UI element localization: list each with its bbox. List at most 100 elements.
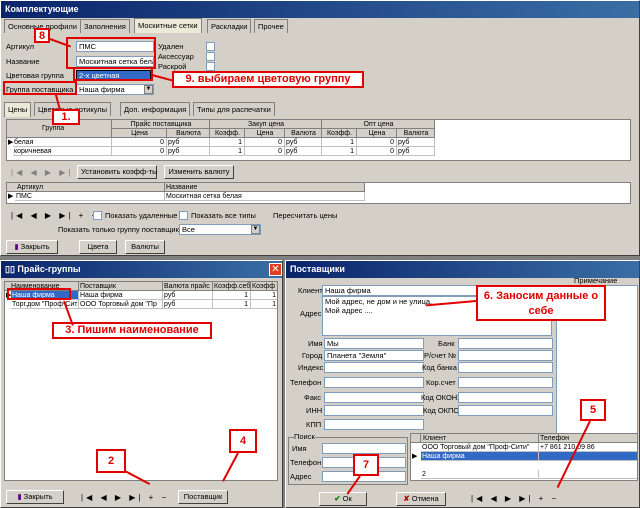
table-cell[interactable]: руб [397,138,435,147]
account-input[interactable] [458,350,553,361]
table-cell[interactable]: 1 [210,147,245,156]
col-header: Поставщик [79,282,163,291]
show-deleted-checkbox[interactable] [93,211,102,220]
supplier-button[interactable]: Поставщик [178,490,228,504]
currencies-button[interactable]: Валюты [125,240,165,254]
table-cell[interactable]: +7 861 210 09 86 [539,443,637,452]
address-label: Адрес [300,309,322,318]
subtab-print-types[interactable]: Типы для распечатки [193,102,275,116]
kpp-input[interactable] [324,419,424,430]
table-cell[interactable] [539,452,637,461]
close-button[interactable]: ▮ Закрыть [6,240,58,254]
table-cell[interactable]: Торг.дом "Проф-Сити" [11,300,79,309]
price-table: Группа Прайс поставщика Закуп цена Опт ц… [6,119,631,161]
table-cell[interactable]: 1 [322,138,357,147]
okpo-input[interactable] [458,405,553,416]
change-currency-button[interactable]: Изменить валюту [164,165,234,179]
annotation-6: 6. Заносим данные о себе [476,285,606,321]
col-header: Название [165,183,365,192]
row-indicator-icon: ▶ [8,193,13,200]
search-name-input[interactable] [322,443,406,454]
table-cell[interactable]: белая [13,138,112,147]
corr-account-input[interactable] [458,377,553,388]
table-cell[interactable]: 1 [322,147,357,156]
price-groups-nav-buttons[interactable]: |◀ ◀ ▶ ▶| + − [81,493,169,502]
tab-other[interactable]: Прочее [254,19,288,33]
bank-input[interactable] [458,338,553,349]
table-cell[interactable]: 1 [213,300,251,309]
table-cell[interactable]: 0 [357,138,397,147]
supplier-group-select[interactable]: Наша фирма [76,84,154,95]
subtab-prices[interactable]: Цены [4,102,32,117]
suppliers-nav-buttons[interactable]: |◀ ◀ ▶ ▶| + − [471,494,559,503]
table-cell[interactable] [539,470,637,479]
client-input[interactable]: Наша фирма [322,285,482,296]
okonh-input[interactable] [458,392,553,403]
chevron-down-icon[interactable]: ▼ [251,225,260,234]
fax-input[interactable] [324,392,424,403]
table-cell[interactable]: руб [285,138,322,147]
door-icon: ▮ [14,242,19,251]
ok-button[interactable]: ✔ Ок [319,492,367,506]
price-groups-title: ▯▯ Прайс-группы [1,261,282,278]
table-cell[interactable]: 0 [112,138,167,147]
bank-code-input[interactable] [458,362,553,373]
list-nav-buttons[interactable]: |◀ ◀ ▶ ▶| + − [11,211,99,220]
table-cell[interactable]: 0 [357,147,397,156]
table-cell[interactable]: Наша фирма [421,452,539,461]
deleted-checkbox[interactable] [206,42,215,51]
accessory-label: Аксессуар [158,52,194,61]
table-cell[interactable]: Москитная сетка белая [165,192,365,201]
table-cell[interactable]: 1 [251,300,277,309]
highlight-color-group [73,67,153,81]
table-cell[interactable]: 0 [245,147,285,156]
table-cell[interactable]: 1 [210,138,245,147]
table-cell[interactable]: руб [285,147,322,156]
set-coef-button[interactable]: Установить коэфф-ты [77,165,157,179]
table-cell[interactable]: руб [167,147,210,156]
show-all-types-checkbox[interactable] [179,211,188,220]
table-cell[interactable]: 2 [421,470,539,479]
door-icon: ▮ [17,492,22,501]
annotation-7: 7 [353,454,379,476]
col-header: Клиент [421,434,539,443]
close-label: Закрыть [20,242,50,251]
row-indicator-icon: ▶ [412,453,418,460]
table-cell[interactable]: руб [167,138,210,147]
index-input[interactable] [324,362,424,373]
col-header [411,434,421,443]
tab-layouts[interactable]: Раскладки [207,19,252,33]
table-cell[interactable]: Наша фирма [79,291,163,300]
cancel-label: Отмена [411,494,439,503]
annotation-9: 9. выбираем цветовую группу [172,71,364,88]
table-cell[interactable]: руб [163,300,213,309]
city-input[interactable]: Планета "Земля" [324,350,424,361]
colors-button[interactable]: Цвета [79,240,117,254]
show-only-group-select[interactable]: Все [179,224,261,235]
table-cell[interactable]: коричневая [13,147,112,156]
table-cell[interactable]: 1 [213,291,251,300]
table-cell[interactable]: руб [397,147,435,156]
table-cell[interactable]: руб [163,291,213,300]
recalc-prices-link[interactable]: Пересчитать цены [273,211,337,221]
table-cell[interactable]: ООО Торговый дом "Пр [79,300,163,309]
table-cell[interactable]: 1 [251,291,277,300]
tab-fillings[interactable]: Заполнения [80,19,130,33]
table-cell[interactable]: ООО Торговый дом "Проф-Сити" [421,443,539,452]
search-label: Поиск [294,432,315,442]
table-cell[interactable]: 0 [112,147,167,156]
close-icon[interactable]: ✕ [269,263,282,276]
phone-input[interactable] [324,377,424,388]
cutting-checkbox[interactable] [206,62,215,71]
chevron-down-icon[interactable]: ▼ [144,85,153,94]
name-input[interactable]: Мы [324,338,424,349]
table-cell[interactable]: 0 [245,138,285,147]
cancel-button[interactable]: ✘ Отмена [396,492,446,506]
close-button[interactable]: ▮ Закрыть [6,490,64,504]
inn-input[interactable] [324,405,424,416]
table-cell[interactable]: ПМС [15,192,165,201]
price-nav-buttons[interactable]: |◀ ◀ ▶ ▶| [11,168,73,177]
accessory-checkbox[interactable] [206,52,215,61]
subtab-extra-info[interactable]: Доп. информация [120,102,191,116]
tab-mosquito-nets[interactable]: Москитные сетки [134,18,202,33]
